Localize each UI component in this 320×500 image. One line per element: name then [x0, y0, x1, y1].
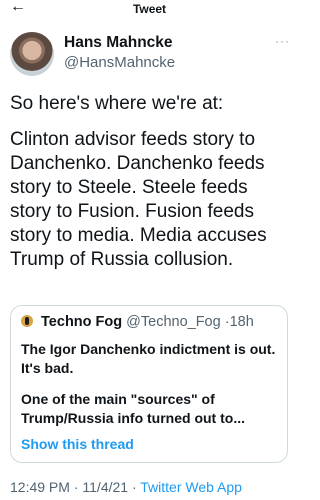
quoted-time: 18h: [229, 314, 254, 330]
quoted-paragraph: The Igor Danchenko indictment is out. It…: [21, 341, 276, 376]
tweet-text: So here's where we're at: Clinton adviso…: [10, 92, 292, 284]
tweet-paragraph: Clinton advisor feeds story to Danchenko…: [10, 129, 267, 270]
quoted-tweet-text: The Igor Danchenko indictment is out. It…: [21, 340, 283, 440]
footer-separator: ·: [73, 479, 79, 495]
author-handle[interactable]: @HansMahncke: [64, 54, 175, 71]
page-title: Tweet: [132, 2, 167, 16]
tweet-date[interactable]: 11/4/21: [82, 479, 128, 495]
footer-separator: ·: [131, 479, 137, 495]
tweet-footer: 12:49 PM · 11/4/21 · Twitter Web App: [10, 479, 242, 495]
quoted-tweet-header: Techno Fog @Techno_Fog ·18h: [21, 314, 283, 334]
more-options-icon[interactable]: ···: [275, 34, 290, 48]
tweet-header: Hans Mahncke @HansMahncke ···: [10, 32, 290, 82]
quoted-author-handle: @Techno_Fog: [126, 314, 221, 330]
tweet-source-link[interactable]: Twitter Web App: [140, 479, 242, 495]
quoted-paragraph: One of the main "sources" of Trump/Russi…: [21, 391, 245, 426]
quoted-avatar: [21, 315, 33, 327]
quoted-tweet[interactable]: Techno Fog @Techno_Fog ·18h The Igor Dan…: [10, 305, 288, 463]
quoted-author-name: Techno Fog: [41, 314, 123, 330]
top-bar: ← Tweet: [0, 0, 299, 22]
show-thread-link[interactable]: Show this thread: [21, 436, 134, 452]
author-name[interactable]: Hans Mahncke: [64, 34, 173, 52]
tweet-paragraph: So here's where we're at:: [10, 93, 224, 114]
tweet-time[interactable]: 12:49 PM: [10, 479, 70, 495]
avatar[interactable]: [10, 32, 54, 76]
